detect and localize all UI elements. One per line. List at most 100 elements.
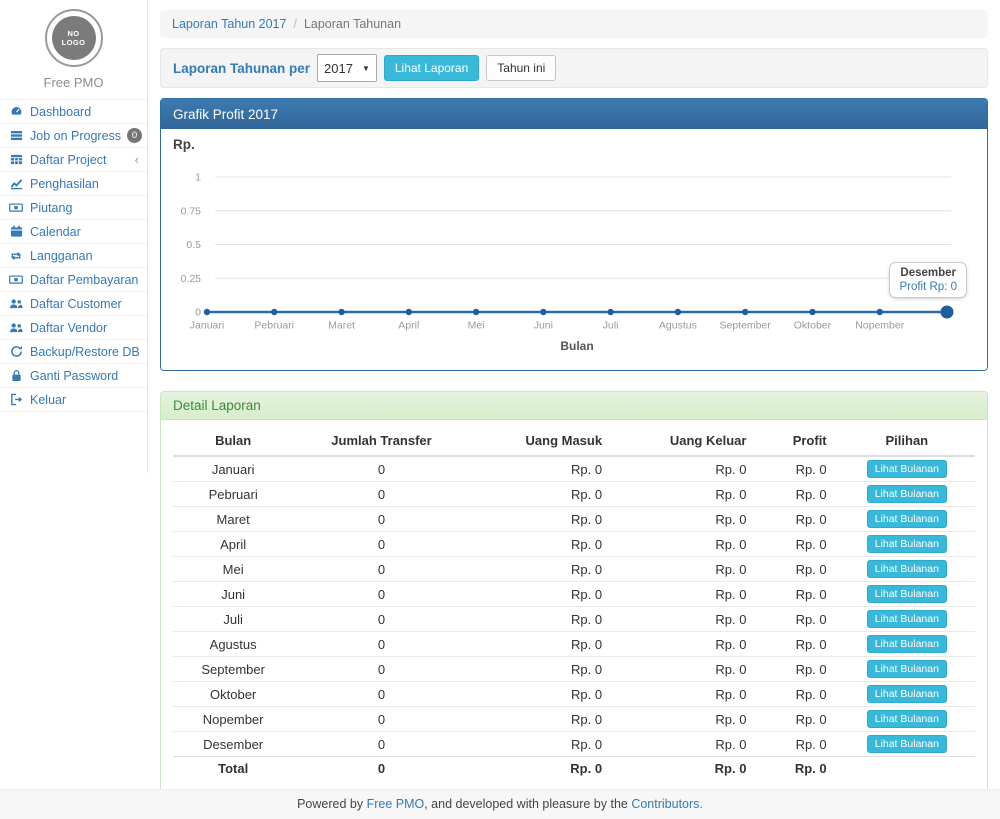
sidebar-item-label: Keluar	[30, 393, 66, 407]
sidebar-item-label: Penghasilan	[30, 177, 99, 191]
cell-pilihan: Lihat Bulanan	[839, 532, 975, 557]
svg-text:Mei: Mei	[468, 320, 485, 332]
cell-profit: Rp. 0	[758, 557, 838, 582]
sidebar-item-daftar-vendor[interactable]: Daftar Vendor	[0, 316, 147, 340]
lihat-bulanan-button[interactable]: Lihat Bulanan	[867, 460, 947, 478]
table-row: Juli0Rp. 0Rp. 0Rp. 0Lihat Bulanan	[173, 607, 975, 632]
cell-jumlah: 0	[293, 507, 469, 532]
cell-bulan: Nopember	[173, 707, 293, 732]
calendar-icon	[8, 225, 24, 238]
footer-text-2: , and developed with pleasure by the	[424, 797, 631, 811]
sidebar-item-job-on-progress[interactable]: Job on Progress 0	[0, 124, 147, 148]
sidebar-item-daftar-pembayaran[interactable]: Daftar Pembayaran	[0, 268, 147, 292]
sidebar-item-daftar-project[interactable]: Daftar Project‹	[0, 148, 147, 172]
cell-jumlah: 0	[293, 482, 469, 507]
cell-bulan: Desember	[173, 732, 293, 757]
sidebar-item-dashboard[interactable]: Dashboard	[0, 100, 147, 124]
users-icon	[8, 322, 24, 334]
cell-profit: Rp. 0	[758, 507, 838, 532]
filter-label: Laporan Tahunan per	[173, 61, 310, 76]
cell-pilihan: Lihat Bulanan	[839, 732, 975, 757]
column-header-pilihan: Pilihan	[839, 426, 975, 456]
sidebar-item-label: Dashboard	[30, 105, 91, 119]
lihat-bulanan-button[interactable]: Lihat Bulanan	[867, 510, 947, 528]
cell-profit: Rp. 0	[758, 456, 838, 482]
cell-masuk: Rp. 0	[470, 632, 614, 657]
lihat-bulanan-button[interactable]: Lihat Bulanan	[867, 585, 947, 603]
sidebar-item-daftar-customer[interactable]: Daftar Customer	[0, 292, 147, 316]
cell-keluar: Rp. 0	[614, 532, 758, 557]
job-count-badge: 0	[127, 128, 142, 143]
svg-text:Nopember: Nopember	[855, 320, 905, 332]
cell-keluar: Rp. 0	[614, 707, 758, 732]
cell-profit: Rp. 0	[758, 532, 838, 557]
cell-pilihan: Lihat Bulanan	[839, 607, 975, 632]
footer-link-free-pmo[interactable]: Free PMO	[367, 797, 425, 811]
cell-masuk: Rp. 0	[470, 482, 614, 507]
cell-bulan: September	[173, 657, 293, 682]
sidebar-item-calendar[interactable]: Calendar	[0, 220, 147, 244]
total-masuk: Rp. 0	[470, 757, 614, 781]
lihat-bulanan-button[interactable]: Lihat Bulanan	[867, 660, 947, 678]
footer-link-contributors[interactable]: Contributors.	[631, 797, 703, 811]
column-header-profit: Profit	[758, 426, 838, 456]
lihat-bulanan-button[interactable]: Lihat Bulanan	[867, 710, 947, 728]
cell-pilihan: Lihat Bulanan	[839, 456, 975, 482]
sidebar-item-penghasilan[interactable]: Penghasilan	[0, 172, 147, 196]
sidebar-item-label: Ganti Password	[30, 369, 118, 383]
column-header-jumlah-transfer: Jumlah Transfer	[293, 426, 469, 456]
refresh-icon	[8, 345, 24, 358]
svg-text:1: 1	[195, 172, 201, 184]
cell-bulan: Januari	[173, 456, 293, 482]
cell-bulan: Oktober	[173, 682, 293, 707]
lihat-bulanan-button[interactable]: Lihat Bulanan	[867, 535, 947, 553]
detail-laporan-panel: Detail Laporan BulanJumlah TransferUang …	[160, 391, 988, 795]
cell-pilihan: Lihat Bulanan	[839, 632, 975, 657]
year-select[interactable]: 2017 ▼	[317, 54, 377, 82]
year-select-value: 2017	[324, 61, 353, 76]
svg-text:April: April	[398, 320, 419, 332]
sidebar-item-piutang[interactable]: Piutang	[0, 196, 147, 220]
main-content: Laporan Tahun 2017 / Laporan Tahunan Lap…	[160, 0, 988, 795]
cell-bulan: Juli	[173, 607, 293, 632]
cell-jumlah: 0	[293, 657, 469, 682]
svg-text:Oktober: Oktober	[794, 320, 832, 332]
lihat-bulanan-button[interactable]: Lihat Bulanan	[867, 485, 947, 503]
lihat-bulanan-button[interactable]: Lihat Bulanan	[867, 635, 947, 653]
cell-bulan: Mei	[173, 557, 293, 582]
column-header-uang-masuk: Uang Masuk	[470, 426, 614, 456]
sidebar-item-langganan[interactable]: Langganan	[0, 244, 147, 268]
cell-keluar: Rp. 0	[614, 732, 758, 757]
cell-masuk: Rp. 0	[470, 456, 614, 482]
lihat-bulanan-button[interactable]: Lihat Bulanan	[867, 685, 947, 703]
breadcrumb-link-laporan-tahun[interactable]: Laporan Tahun 2017	[172, 17, 286, 31]
total-empty-cell	[839, 757, 975, 781]
cell-bulan: Maret	[173, 507, 293, 532]
column-header-bulan: Bulan	[173, 426, 293, 456]
lihat-laporan-button[interactable]: Lihat Laporan	[384, 55, 479, 81]
sidebar-item-backup-restore-db[interactable]: Backup/Restore DB	[0, 340, 147, 364]
cell-pilihan: Lihat Bulanan	[839, 557, 975, 582]
tahun-ini-button[interactable]: Tahun ini	[486, 55, 556, 81]
lihat-bulanan-button[interactable]: Lihat Bulanan	[867, 610, 947, 628]
table-row: Maret0Rp. 0Rp. 0Rp. 0Lihat Bulanan	[173, 507, 975, 532]
lihat-bulanan-button[interactable]: Lihat Bulanan	[867, 735, 947, 753]
sidebar-item-keluar[interactable]: Keluar	[0, 388, 147, 412]
sidebar-item-ganti-password[interactable]: Ganti Password	[0, 364, 147, 388]
sidebar-item-label: Daftar Project	[30, 153, 106, 167]
table-row: Agustus0Rp. 0Rp. 0Rp. 0Lihat Bulanan	[173, 632, 975, 657]
sidebar-item-label: Job on Progress	[30, 129, 121, 143]
table-row: Pebruari0Rp. 0Rp. 0Rp. 0Lihat Bulanan	[173, 482, 975, 507]
table-total-row: Total0Rp. 0Rp. 0Rp. 0	[173, 757, 975, 781]
svg-text:Bulan: Bulan	[560, 339, 593, 353]
sidebar-item-label: Daftar Pembayaran	[30, 273, 138, 287]
table-row: Desember0Rp. 0Rp. 0Rp. 0Lihat Bulanan	[173, 732, 975, 757]
lihat-bulanan-button[interactable]: Lihat Bulanan	[867, 560, 947, 578]
profit-line-chart: 00.250.50.751JanuariPebruariMaretAprilMe…	[171, 157, 977, 359]
table-row: Nopember0Rp. 0Rp. 0Rp. 0Lihat Bulanan	[173, 707, 975, 732]
breadcrumb: Laporan Tahun 2017 / Laporan Tahunan	[160, 10, 988, 38]
total-bulan: Total	[173, 757, 293, 781]
cell-keluar: Rp. 0	[614, 582, 758, 607]
cell-bulan: Pebruari	[173, 482, 293, 507]
footer-text-1: Powered by	[297, 797, 366, 811]
